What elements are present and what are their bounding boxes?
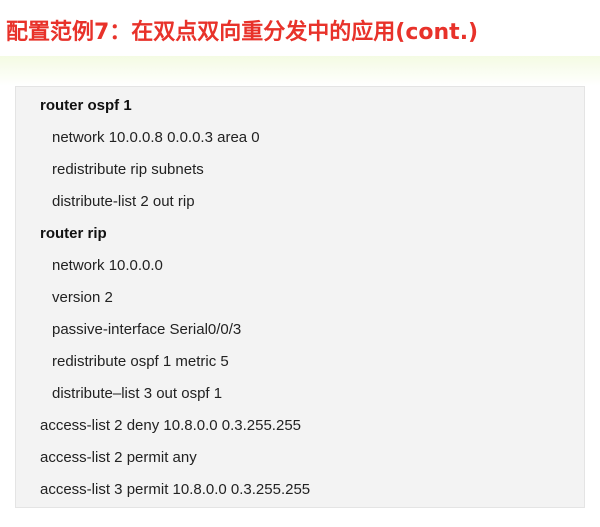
- slide-title: 配置范例7：在双点双向重分发中的应用(cont.): [6, 20, 479, 45]
- title-underline-band: [0, 56, 600, 86]
- slide: 配置范例7：在双点双向重分发中的应用(cont.) router ospf 1 n…: [0, 0, 600, 527]
- config-line: passive-interface Serial0/0/3: [52, 321, 242, 338]
- config-line: distribute–list 3 out ospf 1: [52, 385, 223, 402]
- config-line: redistribute rip subnets: [52, 161, 204, 178]
- config-section-header: router ospf 1: [40, 97, 132, 114]
- config-section-header: router rip: [40, 225, 107, 242]
- config-line: access-list 2 permit any: [40, 449, 197, 466]
- config-line: redistribute ospf 1 metric 5: [52, 353, 229, 370]
- config-line: access-list 3 permit 10.8.0.0 0.3.255.25…: [40, 481, 311, 498]
- config-line: access-list 2 deny 10.8.0.0 0.3.255.255: [40, 417, 302, 434]
- config-line: distribute-list 2 out rip: [52, 193, 195, 210]
- config-line: network 10.0.0.0: [52, 257, 163, 274]
- config-line: version 2: [52, 289, 113, 306]
- config-code-block: router ospf 1 network 10.0.0.8 0.0.0.3 ar…: [40, 95, 310, 511]
- config-line: network 10.0.0.8 0.0.0.3 area 0: [52, 129, 260, 146]
